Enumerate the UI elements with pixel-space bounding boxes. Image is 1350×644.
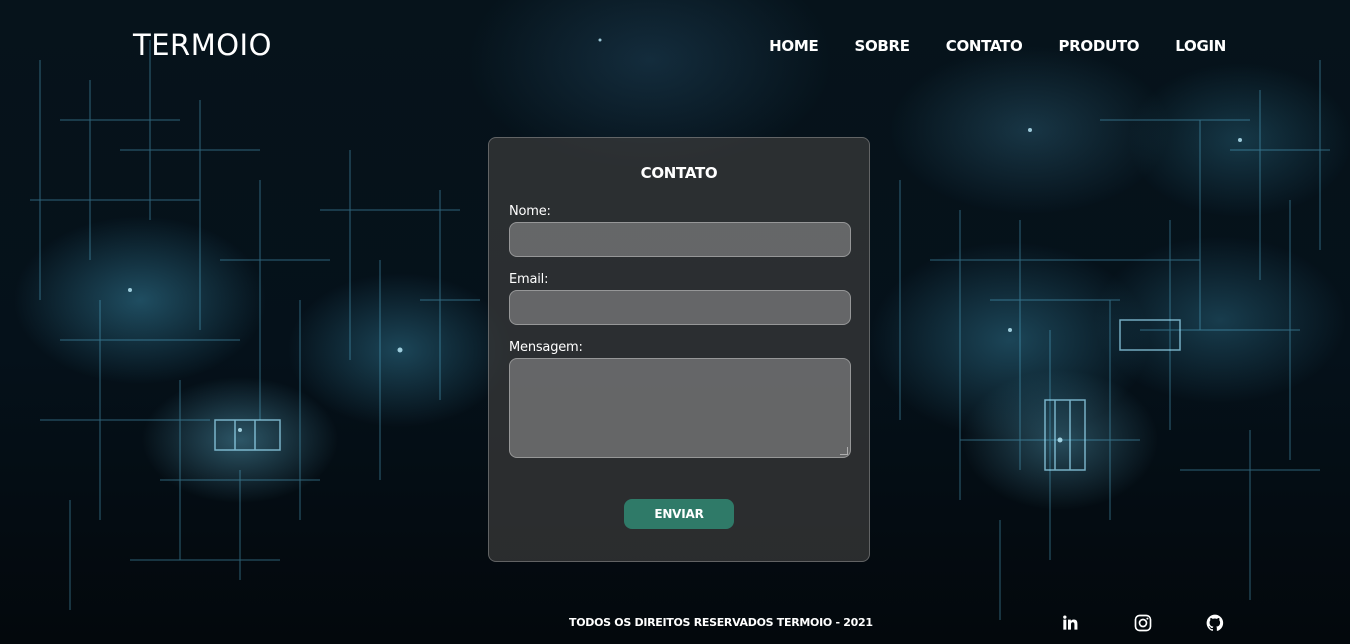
resize-handle-icon[interactable] <box>840 447 848 455</box>
nav-home[interactable]: HOME <box>769 37 819 55</box>
name-label: Nome: <box>509 204 551 219</box>
site-footer: TODOS OS DIREITOS RESERVADOS TERMOIO - 2… <box>0 600 1350 644</box>
email-label: Email: <box>509 272 549 287</box>
submit-button[interactable]: ENVIAR <box>624 499 734 529</box>
form-title: CONTATO <box>640 164 718 182</box>
name-input[interactable] <box>509 222 851 257</box>
nav-sobre[interactable]: SOBRE <box>854 37 910 55</box>
github-icon[interactable] <box>1205 613 1225 633</box>
site-logo[interactable]: TERMOIO <box>133 28 272 62</box>
copyright-text: TODOS OS DIREITOS RESERVADOS TERMOIO - 2… <box>569 616 873 629</box>
email-input[interactable] <box>509 290 851 325</box>
nav-contato[interactable]: CONTATO <box>946 37 1023 55</box>
nav-login[interactable]: LOGIN <box>1175 37 1226 55</box>
contact-form-card: CONTATO Nome: Email: Mensagem: ENVIAR <box>488 137 870 562</box>
instagram-icon[interactable] <box>1133 613 1153 633</box>
linkedin-icon[interactable] <box>1060 613 1080 633</box>
message-textarea[interactable] <box>509 358 851 458</box>
site-header: TERMOIO HOME SOBRE CONTATO PRODUTO LOGIN <box>0 0 1350 92</box>
main-nav: HOME SOBRE CONTATO PRODUTO LOGIN <box>769 37 1226 55</box>
nav-produto[interactable]: PRODUTO <box>1058 37 1139 55</box>
message-label: Mensagem: <box>509 340 583 355</box>
